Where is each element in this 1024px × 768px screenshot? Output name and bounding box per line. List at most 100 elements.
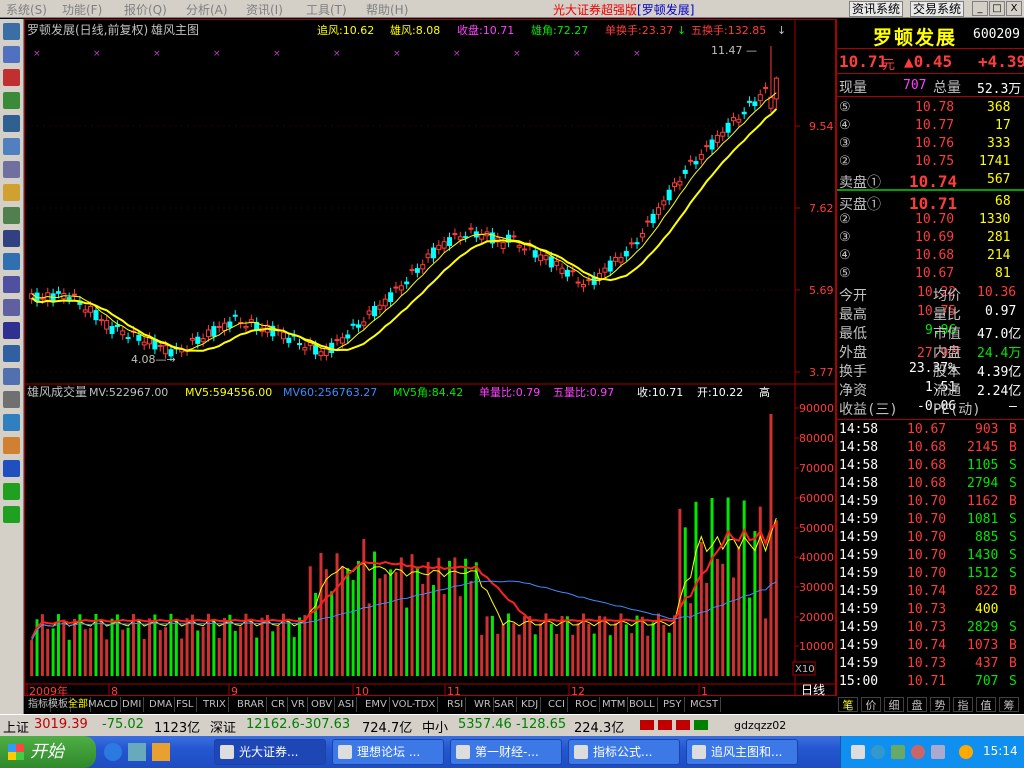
ie-quicklaunch-icon[interactable] — [104, 743, 122, 761]
tick-price: 10.70 — [907, 566, 947, 581]
report-icon[interactable] — [3, 115, 20, 132]
indicator-tab[interactable]: TRIX — [201, 697, 229, 712]
indicator-tab[interactable]: VOL-TDX — [390, 697, 439, 712]
menu-tools[interactable]: 工具(T) — [306, 1, 347, 18]
indicator-tab[interactable]: MACD — [86, 697, 121, 712]
side-tab[interactable]: 细 — [884, 697, 904, 712]
volume-bar — [249, 621, 253, 676]
left-toolbar — [0, 19, 24, 714]
tray-network-icon[interactable] — [871, 745, 885, 759]
volume-bar — [255, 637, 259, 676]
indicator-tab[interactable]: SAR — [492, 697, 518, 712]
trade-system-button[interactable]: 交易系统 — [910, 1, 965, 17]
close-button[interactable]: X — [1006, 1, 1022, 16]
candle-body — [714, 134, 720, 143]
people-icon[interactable] — [3, 207, 20, 224]
stat-label: 收益(三) — [839, 402, 898, 418]
quote-icon[interactable] — [3, 23, 20, 40]
menu-analysis[interactable]: 分析(A) — [186, 1, 228, 18]
menu-quote[interactable]: 报价(Q) — [124, 1, 167, 18]
volume-tick-label: 50000 — [799, 522, 834, 535]
signal-marker: × — [453, 49, 461, 59]
news-icon[interactable] — [3, 184, 20, 201]
menu-system[interactable]: 系统(S) — [6, 1, 47, 18]
tick-volume: 885 — [975, 530, 999, 545]
side-tab[interactable]: 笔 — [838, 697, 858, 712]
volume-bar — [67, 639, 71, 676]
start-button[interactable]: 开始 — [0, 736, 96, 768]
folder-quicklaunch-icon[interactable] — [152, 743, 170, 761]
list-icon[interactable] — [3, 46, 20, 63]
taskbar-task[interactable]: 光大证券... — [214, 739, 326, 765]
window-icon[interactable] — [3, 368, 20, 385]
indicator-tab[interactable]: VR — [289, 697, 308, 712]
rsi-icon[interactable] — [3, 322, 20, 339]
side-tab[interactable]: 筹 — [999, 697, 1019, 712]
indicator-tab[interactable]: WR — [472, 697, 494, 712]
desktop-quicklaunch-icon[interactable] — [128, 743, 146, 761]
indicator-tab[interactable]: DMA — [147, 697, 176, 712]
indicator-tab[interactable]: CR — [269, 697, 288, 712]
pencil-icon[interactable] — [3, 437, 20, 454]
indicator-tab[interactable]: EMV — [363, 697, 390, 712]
finance-icon[interactable] — [3, 230, 20, 247]
kline-icon[interactable] — [3, 92, 20, 109]
indicator-tab[interactable]: KDJ — [519, 697, 542, 712]
info-system-button[interactable]: 资讯系统 — [849, 1, 904, 17]
taskbar-task[interactable]: 追风主图和... — [686, 739, 798, 765]
menu-help[interactable]: 帮助(H) — [366, 1, 408, 18]
kline-chart-area[interactable]: 罗顿发展(日线,前复权) 雄风主图 追风:10.62 雄风:8.08 收盘:10.71 雄… — [24, 19, 837, 698]
maximize-button[interactable]: □ — [989, 1, 1005, 16]
tray-shield-icon[interactable] — [959, 745, 973, 759]
menu-function[interactable]: 功能(F) — [62, 1, 102, 18]
candle-body — [216, 325, 222, 328]
indicator-tab[interactable]: ROC — [573, 697, 600, 712]
candle-body — [404, 281, 410, 285]
side-tab[interactable]: 值 — [976, 697, 996, 712]
ma5-line — [31, 92, 777, 351]
down-arrow-icon[interactable] — [3, 506, 20, 523]
f10-icon[interactable] — [3, 161, 20, 178]
taskbar-task[interactable]: 第一财经-... — [450, 739, 562, 765]
taskbar-task[interactable]: 指标公式... — [568, 739, 680, 765]
volume-bar — [624, 624, 628, 676]
login-icon[interactable] — [3, 414, 20, 431]
indicator-tab[interactable]: RSI — [445, 697, 467, 712]
tick-side: B — [1009, 440, 1017, 455]
indicator-tab[interactable]: BOLL — [627, 697, 658, 712]
minimize-button[interactable]: _ — [972, 1, 988, 16]
up-arrow-icon[interactable] — [3, 483, 20, 500]
indicator-tab[interactable]: MCST — [688, 697, 722, 712]
indicator-tab[interactable]: ASI — [336, 697, 358, 712]
indicator-tab[interactable]: DMI — [120, 697, 145, 712]
candle-body — [189, 337, 195, 341]
line-chart-icon[interactable] — [3, 69, 20, 86]
side-tab[interactable]: 指 — [953, 697, 973, 712]
move-icon[interactable] — [3, 460, 20, 477]
candle-body — [763, 86, 769, 89]
indicator-icon[interactable] — [3, 345, 20, 362]
tray-security-icon[interactable] — [911, 745, 925, 759]
side-tab[interactable]: 价 — [861, 697, 881, 712]
trend-icon[interactable] — [3, 299, 20, 316]
etf-icon[interactable] — [3, 276, 20, 293]
indicator-tab[interactable]: FSL — [174, 697, 197, 712]
indicator-tab[interactable]: CCI — [546, 697, 568, 712]
indicator-tab[interactable]: PSY — [661, 697, 685, 712]
menu-news[interactable]: 资讯(I) — [246, 1, 283, 18]
indicator-tab[interactable]: MTM — [600, 697, 629, 712]
indicator-tab[interactable]: BRAR — [235, 697, 268, 712]
table-icon[interactable] — [3, 138, 20, 155]
search-icon[interactable] — [3, 253, 20, 270]
stat-value: 0.97 — [985, 304, 1017, 319]
tray-volume-icon[interactable] — [931, 745, 945, 759]
tray-app-icon[interactable] — [851, 745, 865, 759]
key-icon[interactable] — [3, 391, 20, 408]
taskbar-task[interactable]: 理想论坛 ... — [332, 739, 444, 765]
tray-monitor-icon[interactable] — [891, 745, 905, 759]
candle-body — [554, 260, 560, 266]
side-tab[interactable]: 盘 — [907, 697, 927, 712]
side-tab[interactable]: 势 — [930, 697, 950, 712]
indicator-tab[interactable]: OBV — [309, 697, 336, 712]
tick-time: 14:59 — [839, 602, 879, 617]
